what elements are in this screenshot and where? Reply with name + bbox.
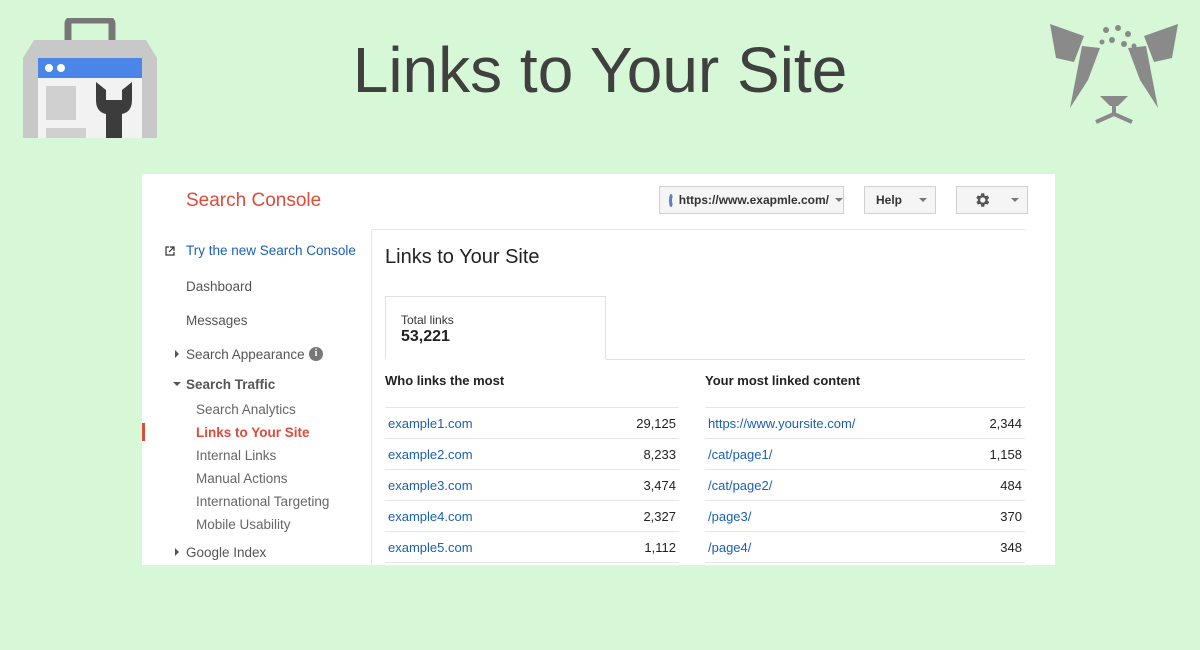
- page-title: Links to Your Site: [385, 246, 540, 268]
- sidebar-item-dashboard[interactable]: Dashboard: [186, 279, 252, 294]
- linked-page-link[interactable]: /cat/page1/: [708, 447, 772, 462]
- linking-domain-link[interactable]: example4.com: [388, 509, 473, 524]
- external-link-icon: [165, 246, 175, 256]
- expand-arrow-icon[interactable]: [175, 548, 179, 556]
- sidebar-item-google-index[interactable]: Google Index: [186, 545, 266, 560]
- sidebar-item-messages[interactable]: Messages: [186, 313, 248, 328]
- link-count: 484: [1000, 478, 1022, 493]
- collapse-arrow-icon[interactable]: [173, 382, 181, 386]
- card-divider: [606, 359, 1025, 360]
- link-count: 1,158: [989, 447, 1022, 462]
- settings-gear-icon: [976, 193, 990, 207]
- link-count: 1,112: [644, 540, 676, 555]
- info-icon[interactable]: i: [309, 347, 323, 361]
- linking-domain-link[interactable]: example2.com: [388, 447, 473, 462]
- table-row: https://www.yoursite.com/2,344: [705, 407, 1025, 439]
- linking-domain-link[interactable]: example3.com: [388, 478, 473, 493]
- most-linked-table: https://www.yoursite.com/2,344 /cat/page…: [705, 407, 1025, 563]
- table-row: example4.com 2,327: [385, 501, 679, 532]
- globe-icon: [669, 193, 679, 207]
- link-count: 3,474: [643, 478, 676, 493]
- link-count: 348: [1000, 540, 1022, 555]
- app-brand: Search Console: [186, 190, 322, 211]
- help-button[interactable]: Help: [864, 186, 936, 214]
- table-row: example5.com 1,112: [385, 532, 679, 563]
- chevron-down-icon: [919, 198, 928, 202]
- expand-arrow-icon[interactable]: [175, 350, 179, 358]
- total-links-label: Total links: [401, 313, 454, 327]
- link-count: 2,327: [643, 509, 676, 524]
- sidebar-divider: [371, 230, 372, 565]
- link-count: 2,344: [989, 416, 1022, 431]
- hero-title: Links to Your Site: [352, 34, 848, 106]
- linking-domain-link[interactable]: example5.com: [388, 540, 473, 555]
- sidebar-subitem-international-targeting[interactable]: International Targeting: [196, 494, 329, 509]
- header-divider: [372, 229, 1025, 230]
- who-links-table: example1.com 29,125 example2.com 8,233 exa…: [385, 407, 679, 563]
- chevron-down-icon: [1011, 198, 1019, 202]
- link-count: 8,233: [643, 447, 676, 462]
- sidebar-item-search-appearance[interactable]: Search Appearance: [186, 347, 305, 362]
- table-row: example2.com 8,233: [385, 439, 679, 470]
- linked-page-link[interactable]: /cat/page2/: [708, 478, 772, 493]
- table-row: /page3/370: [705, 501, 1025, 532]
- sidebar-subitem-mobile-usability[interactable]: Mobile Usability: [196, 517, 291, 532]
- sidebar-item-search-traffic[interactable]: Search Traffic: [186, 377, 275, 392]
- who-links-heading: Who links the most: [385, 373, 505, 388]
- chevron-down-icon: [835, 198, 843, 202]
- sidebar-subitem-links-to-your-site[interactable]: Links to Your Site: [196, 425, 310, 440]
- link-count: 29,125: [636, 416, 676, 431]
- linked-page-link[interactable]: /page4/: [708, 540, 751, 555]
- table-row: /cat/page2/484: [705, 470, 1025, 501]
- table-row: example1.com 29,125: [385, 407, 679, 439]
- site-selector[interactable]: https://www.exapmle.com/: [659, 186, 844, 214]
- cat-face-logo: [1050, 24, 1178, 124]
- sidebar-subitem-internal-links[interactable]: Internal Links: [196, 448, 276, 463]
- table-row: example3.com 3,474: [385, 470, 679, 501]
- linked-page-link[interactable]: https://www.yoursite.com/: [708, 416, 855, 431]
- most-linked-heading: Your most linked content: [705, 373, 861, 388]
- total-links-value: 53,221: [401, 328, 450, 345]
- active-indicator: [142, 423, 145, 441]
- link-count: 370: [1000, 509, 1022, 524]
- sidebar-subitem-manual-actions[interactable]: Manual Actions: [196, 471, 288, 486]
- try-new-console-link[interactable]: Try the new Search Console: [186, 243, 356, 258]
- table-row: /cat/page1/1,158: [705, 439, 1025, 470]
- linked-page-link[interactable]: /page3/: [708, 509, 751, 524]
- total-links-card: Total links 53,221: [385, 296, 606, 359]
- search-console-panel: Search Console https://www.exapmle.com/ …: [142, 174, 1055, 565]
- linking-domain-link[interactable]: example1.com: [388, 416, 473, 431]
- help-label: Help: [876, 193, 903, 207]
- table-row: /page4/348: [705, 532, 1025, 563]
- sidebar-subitem-search-analytics[interactable]: Search Analytics: [196, 402, 296, 417]
- site-url: https://www.exapmle.com/: [678, 193, 829, 207]
- settings-button[interactable]: [956, 186, 1028, 214]
